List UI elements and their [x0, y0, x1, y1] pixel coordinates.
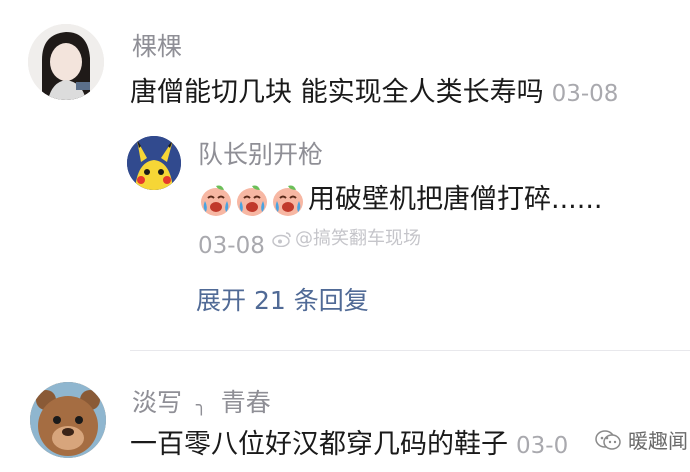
comment-time: 03-0	[516, 433, 569, 459]
weibo-watermark: @搞笑翻车现场	[272, 228, 421, 250]
reply-item: 队长别开枪 用破壁机把唐僧打碎...... 03-08 @搞笑翻车现场 展开 2…	[0, 120, 690, 320]
comment-body: 一百零八位好汉都穿几码的鞋子	[130, 429, 508, 460]
comment-item: 棵棵 唐僧能切几块 能实现全人类长寿吗 03-08	[0, 0, 690, 120]
comment-item: 淡写 ╮ 青春 一百零八位好汉都穿几码的鞋子 03-0	[0, 352, 690, 472]
brand-watermark: 暖趣闻	[594, 425, 688, 454]
brand-logo-icon	[594, 428, 622, 452]
avatar[interactable]	[28, 24, 104, 100]
username-part: 淡写	[132, 388, 183, 417]
crying-laughing-peach-emoji	[198, 182, 306, 218]
comment-time: 03-08	[551, 81, 619, 107]
reply-body: 用破壁机把唐僧打碎......	[308, 184, 603, 215]
reply-time: 03-08	[198, 233, 265, 259]
weibo-logo-icon	[272, 231, 292, 247]
weibo-watermark-text: @搞笑翻车现场	[295, 228, 421, 249]
reply-username[interactable]: 队长别开枪	[198, 140, 323, 170]
username-suffix: 青春	[220, 388, 271, 417]
expand-replies-link[interactable]: 展开 21 条回复	[196, 286, 369, 316]
avatar[interactable]	[127, 136, 181, 190]
reply-text: 用破壁机把唐僧打碎......	[198, 182, 603, 218]
comment-username[interactable]: 棵棵	[132, 32, 182, 62]
username-mark: ╮	[195, 395, 207, 416]
comment-username[interactable]: 淡写 ╮ 青春	[132, 388, 271, 421]
comment-body: 唐僧能切几块 能实现全人类长寿吗	[130, 77, 544, 108]
brand-watermark-text: 暖趣闻	[628, 429, 688, 453]
avatar[interactable]	[30, 382, 106, 458]
comment-text: 唐僧能切几块 能实现全人类长寿吗 03-08	[130, 76, 618, 111]
reply-time-row: 03-08	[190, 228, 265, 263]
comment-text: 一百零八位好汉都穿几码的鞋子 03-0	[130, 428, 568, 463]
divider	[130, 350, 690, 351]
